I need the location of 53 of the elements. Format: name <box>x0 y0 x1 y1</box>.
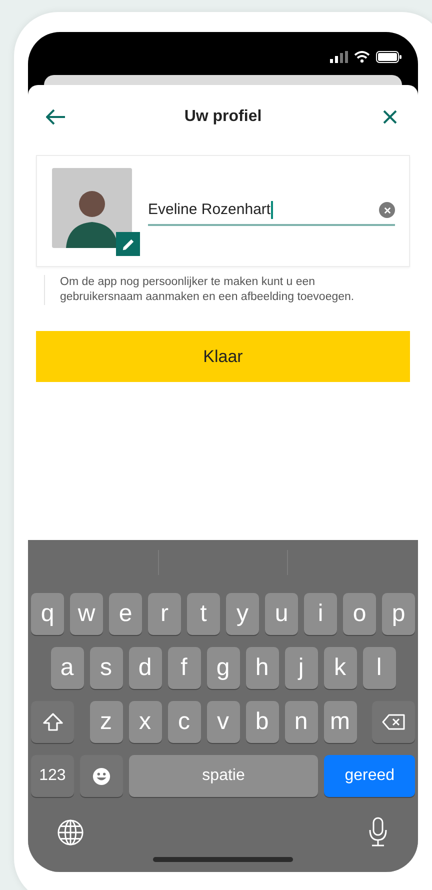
name-value: Eveline Rozenhart <box>148 200 271 220</box>
globe-button[interactable] <box>56 818 84 846</box>
done-button[interactable]: Klaar <box>36 331 410 382</box>
pencil-icon <box>122 238 134 250</box>
battery-icon <box>376 50 402 62</box>
smiley-icon <box>92 766 111 786</box>
shift-key[interactable] <box>31 701 74 743</box>
emoji-key[interactable] <box>80 755 123 797</box>
keyboard-key[interactable]: y <box>226 593 259 635</box>
keyboard-key[interactable]: c <box>168 701 200 743</box>
backspace-icon <box>382 714 406 730</box>
name-field[interactable]: Eveline Rozenhart <box>148 196 395 226</box>
clear-icon <box>384 206 390 214</box>
shift-arrow-icon <box>42 713 62 731</box>
keyboard-key[interactable]: w <box>70 593 103 635</box>
keyboard-key[interactable]: o <box>343 593 376 635</box>
keyboard-key[interactable]: z <box>90 701 122 743</box>
keyboard-key[interactable]: r <box>148 593 181 635</box>
keyboard-key[interactable]: s <box>90 647 122 689</box>
back-arrow-icon <box>46 109 66 125</box>
keyboard-key[interactable]: f <box>168 647 200 689</box>
keyboard-key[interactable]: t <box>187 593 220 635</box>
keyboard-key[interactable]: x <box>128 701 162 743</box>
done-key[interactable]: gereed <box>324 755 416 797</box>
microphone-icon <box>368 817 388 847</box>
keyboard-key[interactable]: v <box>206 701 240 743</box>
keyboard-key[interactable]: b <box>246 701 278 743</box>
page-title: Uw profiel <box>184 107 262 127</box>
helper-text: Om de app nog persoonlijker te maken kunt u een gebruikersnaam aanmaken en een afbeelding toevoegen. <box>60 275 356 305</box>
signal-icon <box>330 50 348 62</box>
numbers-key[interactable]: 123 <box>31 755 74 797</box>
keyboard-key[interactable]: a <box>50 647 84 689</box>
keyboard-key[interactable]: p <box>382 593 415 635</box>
keyboard-key[interactable]: i <box>304 593 337 635</box>
keyboard-key[interactable]: h <box>246 647 278 689</box>
close-icon <box>383 110 397 124</box>
globe-icon <box>56 818 84 846</box>
text-cursor <box>270 201 273 219</box>
keyboard-key[interactable]: m <box>324 701 356 743</box>
backspace-key[interactable] <box>372 701 415 743</box>
keyboard-key[interactable]: n <box>284 701 318 743</box>
space-key[interactable]: spatie <box>128 755 318 797</box>
keyboard-key[interactable]: q <box>31 593 64 635</box>
keyboard-key[interactable]: k <box>324 647 356 689</box>
wifi-icon <box>354 50 370 62</box>
keyboard-key[interactable]: u <box>265 593 298 635</box>
keyboard-key[interactable]: g <box>206 647 240 689</box>
keyboard-key[interactable]: j <box>284 647 318 689</box>
clear-button[interactable] <box>379 202 395 218</box>
keyboard-key[interactable]: l <box>362 647 396 689</box>
keyboard-key[interactable]: e <box>109 593 142 635</box>
edit-photo-button[interactable] <box>116 232 140 256</box>
keyboard-key[interactable]: d <box>128 647 162 689</box>
